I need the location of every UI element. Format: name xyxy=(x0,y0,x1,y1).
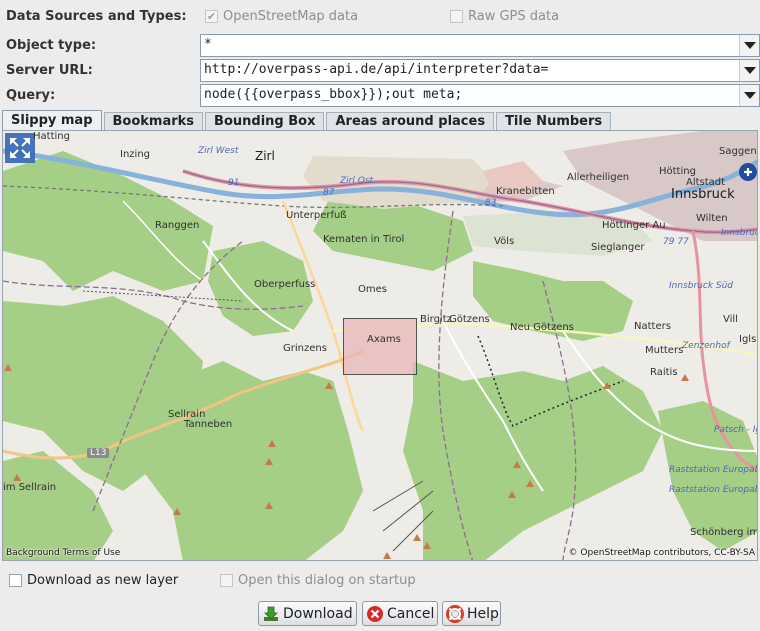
osm-data-checkbox[interactable]: ✔ OpenStreetMap data xyxy=(205,9,358,24)
road-label-l13: L13 xyxy=(87,448,110,458)
download-new-layer-label: Download as new layer xyxy=(27,573,179,588)
place-hoettinger-au: Höttinger Au xyxy=(602,220,666,231)
place-innsbruck: Innsbruck xyxy=(671,187,735,202)
tab-slippy-map[interactable]: Slippy map xyxy=(2,110,102,130)
place-zirl-ost: Zirl Ost xyxy=(340,176,374,186)
server-url-value[interactable]: http://overpass-api.de/api/interpreter?d… xyxy=(201,60,739,81)
object-type-label: Object type: xyxy=(6,38,97,53)
place-innsbruck-w: Innsbruck W xyxy=(721,228,757,238)
place-unterperfuss: Unterperfuß xyxy=(286,210,347,221)
place-allerheiligen: Allerheiligen xyxy=(567,172,630,183)
tab-bookmarks[interactable]: Bookmarks xyxy=(103,112,204,130)
chevron-down-icon xyxy=(743,42,756,49)
place-innsbruck-sued: Innsbruck Süd xyxy=(669,281,734,291)
checkbox-box-icon xyxy=(9,574,22,587)
query-dropdown-button[interactable] xyxy=(739,85,759,106)
road-number-91: 91 xyxy=(228,178,240,188)
place-tanneben: Tanneben xyxy=(184,419,233,430)
object-type-value[interactable]: * xyxy=(201,35,739,56)
place-ranggen: Ranggen xyxy=(155,220,200,231)
place-omes: Omes xyxy=(358,284,387,295)
osm-attribution: © OpenStreetMap contributors, CC-BY-SA xyxy=(568,548,755,558)
osm-data-label: OpenStreetMap data xyxy=(223,9,359,24)
open-on-startup-checkbox[interactable]: Open this dialog on startup xyxy=(220,573,416,588)
slippy-map[interactable]: Hatting Zirl Inzing Zirl West 91 Zirl Os… xyxy=(2,130,758,561)
road-number-79-77: 79 77 xyxy=(663,237,689,247)
cancel-button-label: Cancel xyxy=(387,605,435,622)
fullscreen-icon[interactable] xyxy=(8,136,32,160)
checkbox-box-icon xyxy=(450,10,463,23)
raw-gps-label: Raw GPS data xyxy=(468,9,560,24)
place-kematen: Kematen in Tirol xyxy=(323,234,405,245)
help-button-label: Help xyxy=(467,605,499,622)
place-voels: Völs xyxy=(494,236,515,247)
map-tabs: Slippy map Bookmarks Bounding Box Areas … xyxy=(0,110,613,130)
place-schoenberg: Schönberg im Stu xyxy=(690,527,758,538)
download-icon xyxy=(262,605,280,623)
download-button[interactable]: Download xyxy=(258,601,357,626)
place-wilten: Wilten xyxy=(696,213,728,224)
background-terms-link[interactable]: Background Terms of Use xyxy=(6,548,120,558)
server-url-dropdown-button[interactable] xyxy=(739,60,759,81)
place-rast-2: Raststation Europabrück xyxy=(669,485,757,495)
place-oberperfuss: Oberperfuss xyxy=(254,279,316,290)
server-url-combo[interactable]: http://overpass-api.de/api/interpreter?d… xyxy=(200,59,760,82)
place-axams: Axams xyxy=(367,334,401,345)
selection-rectangle[interactable] xyxy=(343,318,417,375)
place-grinzens: Grinzens xyxy=(283,343,327,354)
place-hatting: Hatting xyxy=(33,131,70,142)
place-zenzenhof: Zenzenhof xyxy=(682,341,730,351)
query-combo[interactable]: node({{overpass_bbox}});out meta; xyxy=(200,84,760,107)
place-raitis: Raitis xyxy=(650,367,678,378)
place-kranebitten: Kranebitten xyxy=(496,186,555,197)
object-type-dropdown-button[interactable] xyxy=(739,35,759,56)
place-im-sellrain: im Sellrain xyxy=(3,482,57,493)
help-button[interactable]: Help xyxy=(442,601,501,626)
help-lifebuoy-icon xyxy=(446,604,464,623)
place-goetzens: Götzens xyxy=(449,314,490,325)
raw-gps-checkbox[interactable]: Raw GPS data xyxy=(450,9,559,24)
checkbox-box-icon xyxy=(220,574,233,587)
road-number-87: 87 xyxy=(323,188,335,198)
data-sources-label: Data Sources and Types: xyxy=(6,9,187,24)
place-hoetting: Hötting xyxy=(659,166,696,177)
cancel-icon xyxy=(366,605,384,623)
server-url-label: Server URL: xyxy=(6,63,93,78)
place-inzing: Inzing xyxy=(120,149,150,160)
query-value[interactable]: node({{overpass_bbox}});out meta; xyxy=(201,85,739,106)
place-natters: Natters xyxy=(634,321,671,332)
tab-bounding-box[interactable]: Bounding Box xyxy=(205,112,325,130)
place-vill: Vill xyxy=(723,314,738,325)
place-rast-1: Raststation Europabrück xyxy=(669,465,757,475)
place-saggen: Saggen xyxy=(719,146,757,157)
chevron-down-icon xyxy=(743,92,756,99)
open-on-startup-label: Open this dialog on startup xyxy=(238,573,416,588)
place-sieglanger: Sieglanger xyxy=(591,242,645,253)
download-new-layer-checkbox[interactable]: Download as new layer xyxy=(9,573,178,588)
download-button-label: Download xyxy=(283,605,353,622)
place-zirl-west: Zirl West xyxy=(198,146,239,156)
place-igls: Igls xyxy=(739,334,757,345)
place-neu-goetzens: Neu Götzens xyxy=(510,322,574,333)
check-icon: ✔ xyxy=(205,10,218,23)
place-patsch-igls: Patsch - Igls xyxy=(714,425,757,435)
place-mutters: Mutters xyxy=(645,345,684,356)
place-zirl: Zirl xyxy=(255,149,275,163)
tab-areas-around-places[interactable]: Areas around places xyxy=(326,112,495,130)
tab-tile-numbers[interactable]: Tile Numbers xyxy=(496,112,612,130)
object-type-combo[interactable]: * xyxy=(200,34,760,57)
place-birgitz: Birgitz xyxy=(420,314,452,325)
chevron-down-icon xyxy=(743,67,756,74)
query-label: Query: xyxy=(6,88,56,103)
road-number-83: 83 xyxy=(485,198,497,208)
cancel-button[interactable]: Cancel xyxy=(362,601,438,626)
